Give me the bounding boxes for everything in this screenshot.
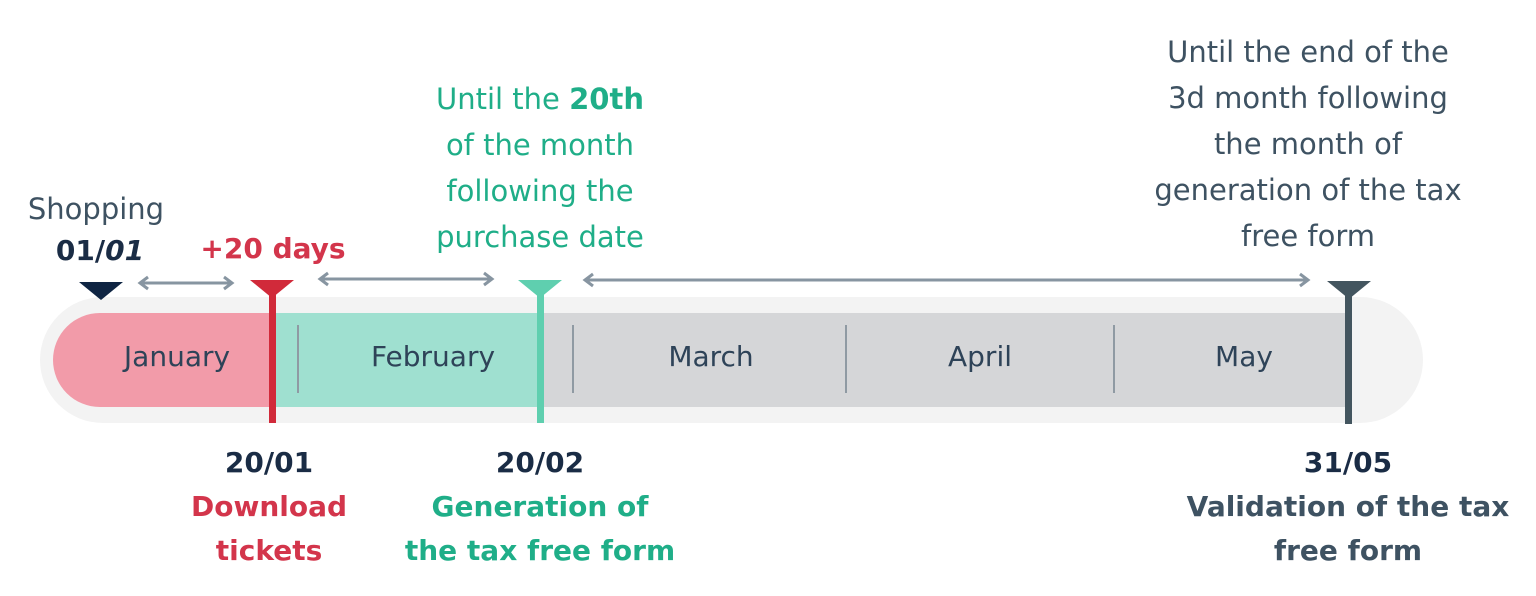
shopping-date: 01/01 <box>56 228 144 274</box>
note-text: of the month <box>445 128 635 162</box>
milestone-text: Validation of the tax <box>1186 490 1510 523</box>
download-milestone: 20/01 Download tickets <box>191 441 347 573</box>
milestone-text: free form <box>1273 534 1423 567</box>
milestone-text: tickets <box>215 534 323 567</box>
milestone-text: Download <box>190 490 348 523</box>
note-text: free form <box>1240 219 1375 253</box>
milestone-text: Generation of <box>431 490 649 523</box>
validation-deadline-note: Until the end of the 3d month following … <box>1154 29 1461 259</box>
generation-milestone: 20/02 Generation of the tax free form <box>405 441 675 573</box>
note-text: purchase date <box>436 220 644 254</box>
double-arrow-icon <box>582 272 1311 288</box>
milestone-date: 20/01 <box>224 446 314 479</box>
generation-deadline-note: Until the 20th of the month following th… <box>436 76 644 260</box>
note-text: following the <box>446 174 634 208</box>
date-part: 01/ <box>55 234 106 267</box>
milestone-date: 20/02 <box>495 446 585 479</box>
note-text: Until the <box>436 82 570 116</box>
note-text: 3d month following <box>1168 81 1448 115</box>
milestone-text: the tax free form <box>404 534 676 567</box>
milestone-date: 31/05 <box>1303 446 1393 479</box>
plus-days-label: +20 days <box>200 232 346 265</box>
note-bold: 20th <box>569 82 644 116</box>
note-text: generation of the tax <box>1154 173 1462 207</box>
double-arrow-icon <box>137 275 235 291</box>
note-text: Until the end of the <box>1167 35 1449 69</box>
note-text: the month of <box>1213 127 1403 161</box>
shopping-label: Shopping <box>27 192 165 226</box>
date-part: 01 <box>105 234 145 267</box>
double-arrow-icon <box>317 271 495 287</box>
validation-milestone: 31/05 Validation of the tax free form <box>1187 441 1510 573</box>
